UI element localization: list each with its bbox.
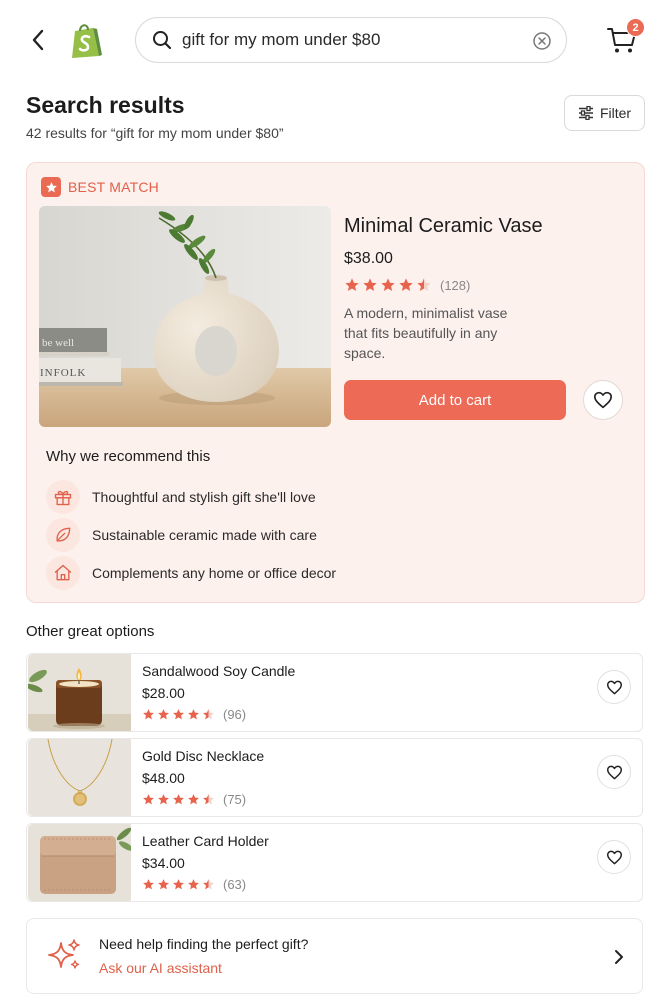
star-full-icon	[399, 278, 413, 291]
product-card[interactable]: Sandalwood Soy Candle $28.00 (96)	[26, 653, 643, 732]
product-image-vase[interactable]: be well INFOLK	[39, 206, 331, 427]
product-name[interactable]: Sandalwood Soy Candle	[142, 663, 295, 679]
product-thumbnail-cardholder[interactable]	[28, 824, 131, 901]
filter-button[interactable]: Filter	[564, 95, 645, 131]
book-spine-text-2: INFOLK	[40, 367, 86, 379]
favorite-button[interactable]	[597, 840, 631, 874]
reason-text: Sustainable ceramic made with care	[92, 527, 317, 543]
star-full-icon	[363, 278, 377, 291]
product-card[interactable]: Gold Disc Necklace $48.00 (75)	[26, 738, 643, 817]
product-name[interactable]: Minimal Ceramic Vase	[344, 215, 634, 238]
star-full-icon	[188, 879, 199, 890]
leaf-icon	[56, 527, 71, 542]
heart-icon	[606, 765, 622, 779]
heart-icon	[606, 680, 622, 694]
ask-assistant-link[interactable]: Ask our AI assistant	[99, 960, 222, 976]
clear-search-icon[interactable]	[532, 31, 552, 51]
home-icon	[54, 564, 72, 581]
star-half-icon	[203, 879, 214, 890]
product-card[interactable]: Leather Card Holder $34.00 (63)	[26, 823, 643, 902]
star-full-icon	[143, 794, 154, 805]
rating-count: (128)	[440, 277, 471, 293]
rating-count: (63)	[223, 877, 247, 892]
sparkle-icon	[48, 939, 80, 969]
reason-text: Complements any home or office decor	[92, 565, 337, 581]
star-badge-icon	[41, 177, 61, 197]
heart-icon	[606, 850, 622, 864]
assistant-question: Need help finding the perfect gift?	[99, 936, 309, 952]
product-name[interactable]: Gold Disc Necklace	[142, 748, 264, 764]
shopify-logo-icon	[72, 24, 102, 58]
star-full-icon	[188, 709, 199, 720]
recommend-reasons: Thoughtful and stylish gift she'll love …	[46, 478, 336, 592]
favorite-button[interactable]	[583, 380, 623, 420]
chevron-right-icon	[615, 950, 623, 964]
why-recommend-title: Why we recommend this	[46, 448, 211, 465]
page-title: Search results	[26, 92, 185, 118]
search-icon	[153, 31, 172, 50]
ai-assistant-card[interactable]: Need help finding the perfect gift? Ask …	[26, 918, 643, 994]
star-full-icon	[143, 709, 154, 720]
product-price: $34.00	[142, 855, 185, 871]
best-match-card: BEST MATCH be well INFOLK Minimal Cerami…	[26, 162, 645, 603]
heart-icon	[593, 391, 612, 409]
rating-count: (96)	[223, 707, 247, 722]
product-price: $28.00	[142, 685, 185, 701]
product-thumbnail-necklace[interactable]	[28, 739, 131, 816]
star-full-icon	[188, 794, 199, 805]
search-input[interactable]	[182, 30, 512, 50]
favorite-button[interactable]	[597, 755, 631, 789]
rating-stars: (128)	[344, 277, 634, 293]
star-full-icon	[345, 278, 359, 291]
star-full-icon	[143, 879, 154, 890]
product-price: $38.00	[344, 250, 393, 267]
back-button[interactable]	[26, 26, 50, 54]
search-bar[interactable]	[135, 17, 567, 63]
rating-stars: (75)	[142, 792, 246, 807]
best-match-badge: BEST MATCH	[41, 177, 159, 197]
filter-label: Filter	[599, 105, 632, 121]
add-to-cart-button[interactable]: Add to cart	[344, 380, 566, 420]
gift-icon	[54, 490, 72, 506]
reason-item: Thoughtful and stylish gift she'll love	[46, 478, 336, 516]
star-full-icon	[158, 709, 169, 720]
reason-item: Complements any home or office decor	[46, 554, 336, 592]
reason-item: Sustainable ceramic made with care	[46, 516, 336, 554]
star-full-icon	[173, 709, 184, 720]
product-description: A modern, minimalist vase that fits beau…	[344, 305, 508, 361]
best-match-info: Minimal Ceramic Vase $38.00 (128) A mode…	[344, 215, 634, 363]
other-options-title: Other great options	[26, 623, 155, 640]
cart-count-badge: 2	[626, 18, 645, 37]
best-match-label: BEST MATCH	[68, 179, 159, 195]
star-half-icon	[203, 794, 214, 805]
rating-stars: (96)	[142, 707, 246, 722]
star-full-icon	[173, 794, 184, 805]
favorite-button[interactable]	[597, 670, 631, 704]
rating-count: (75)	[223, 792, 247, 807]
app-header: 2	[0, 0, 672, 80]
results-count: 42 results for “gift for my mom under $8…	[26, 125, 284, 141]
book-spine-text-1: be well	[42, 337, 74, 349]
rating-stars: (63)	[142, 877, 246, 892]
star-half-icon	[203, 709, 214, 720]
sliders-icon	[578, 106, 593, 120]
star-full-icon	[381, 278, 395, 291]
star-half-icon	[417, 278, 431, 291]
star-full-icon	[173, 879, 184, 890]
star-full-icon	[158, 794, 169, 805]
product-thumbnail-candle[interactable]	[28, 654, 131, 731]
product-price: $48.00	[142, 770, 185, 786]
product-name[interactable]: Leather Card Holder	[142, 833, 269, 849]
chevron-left-icon	[32, 29, 44, 51]
reason-text: Thoughtful and stylish gift she'll love	[92, 489, 316, 505]
star-full-icon	[158, 879, 169, 890]
